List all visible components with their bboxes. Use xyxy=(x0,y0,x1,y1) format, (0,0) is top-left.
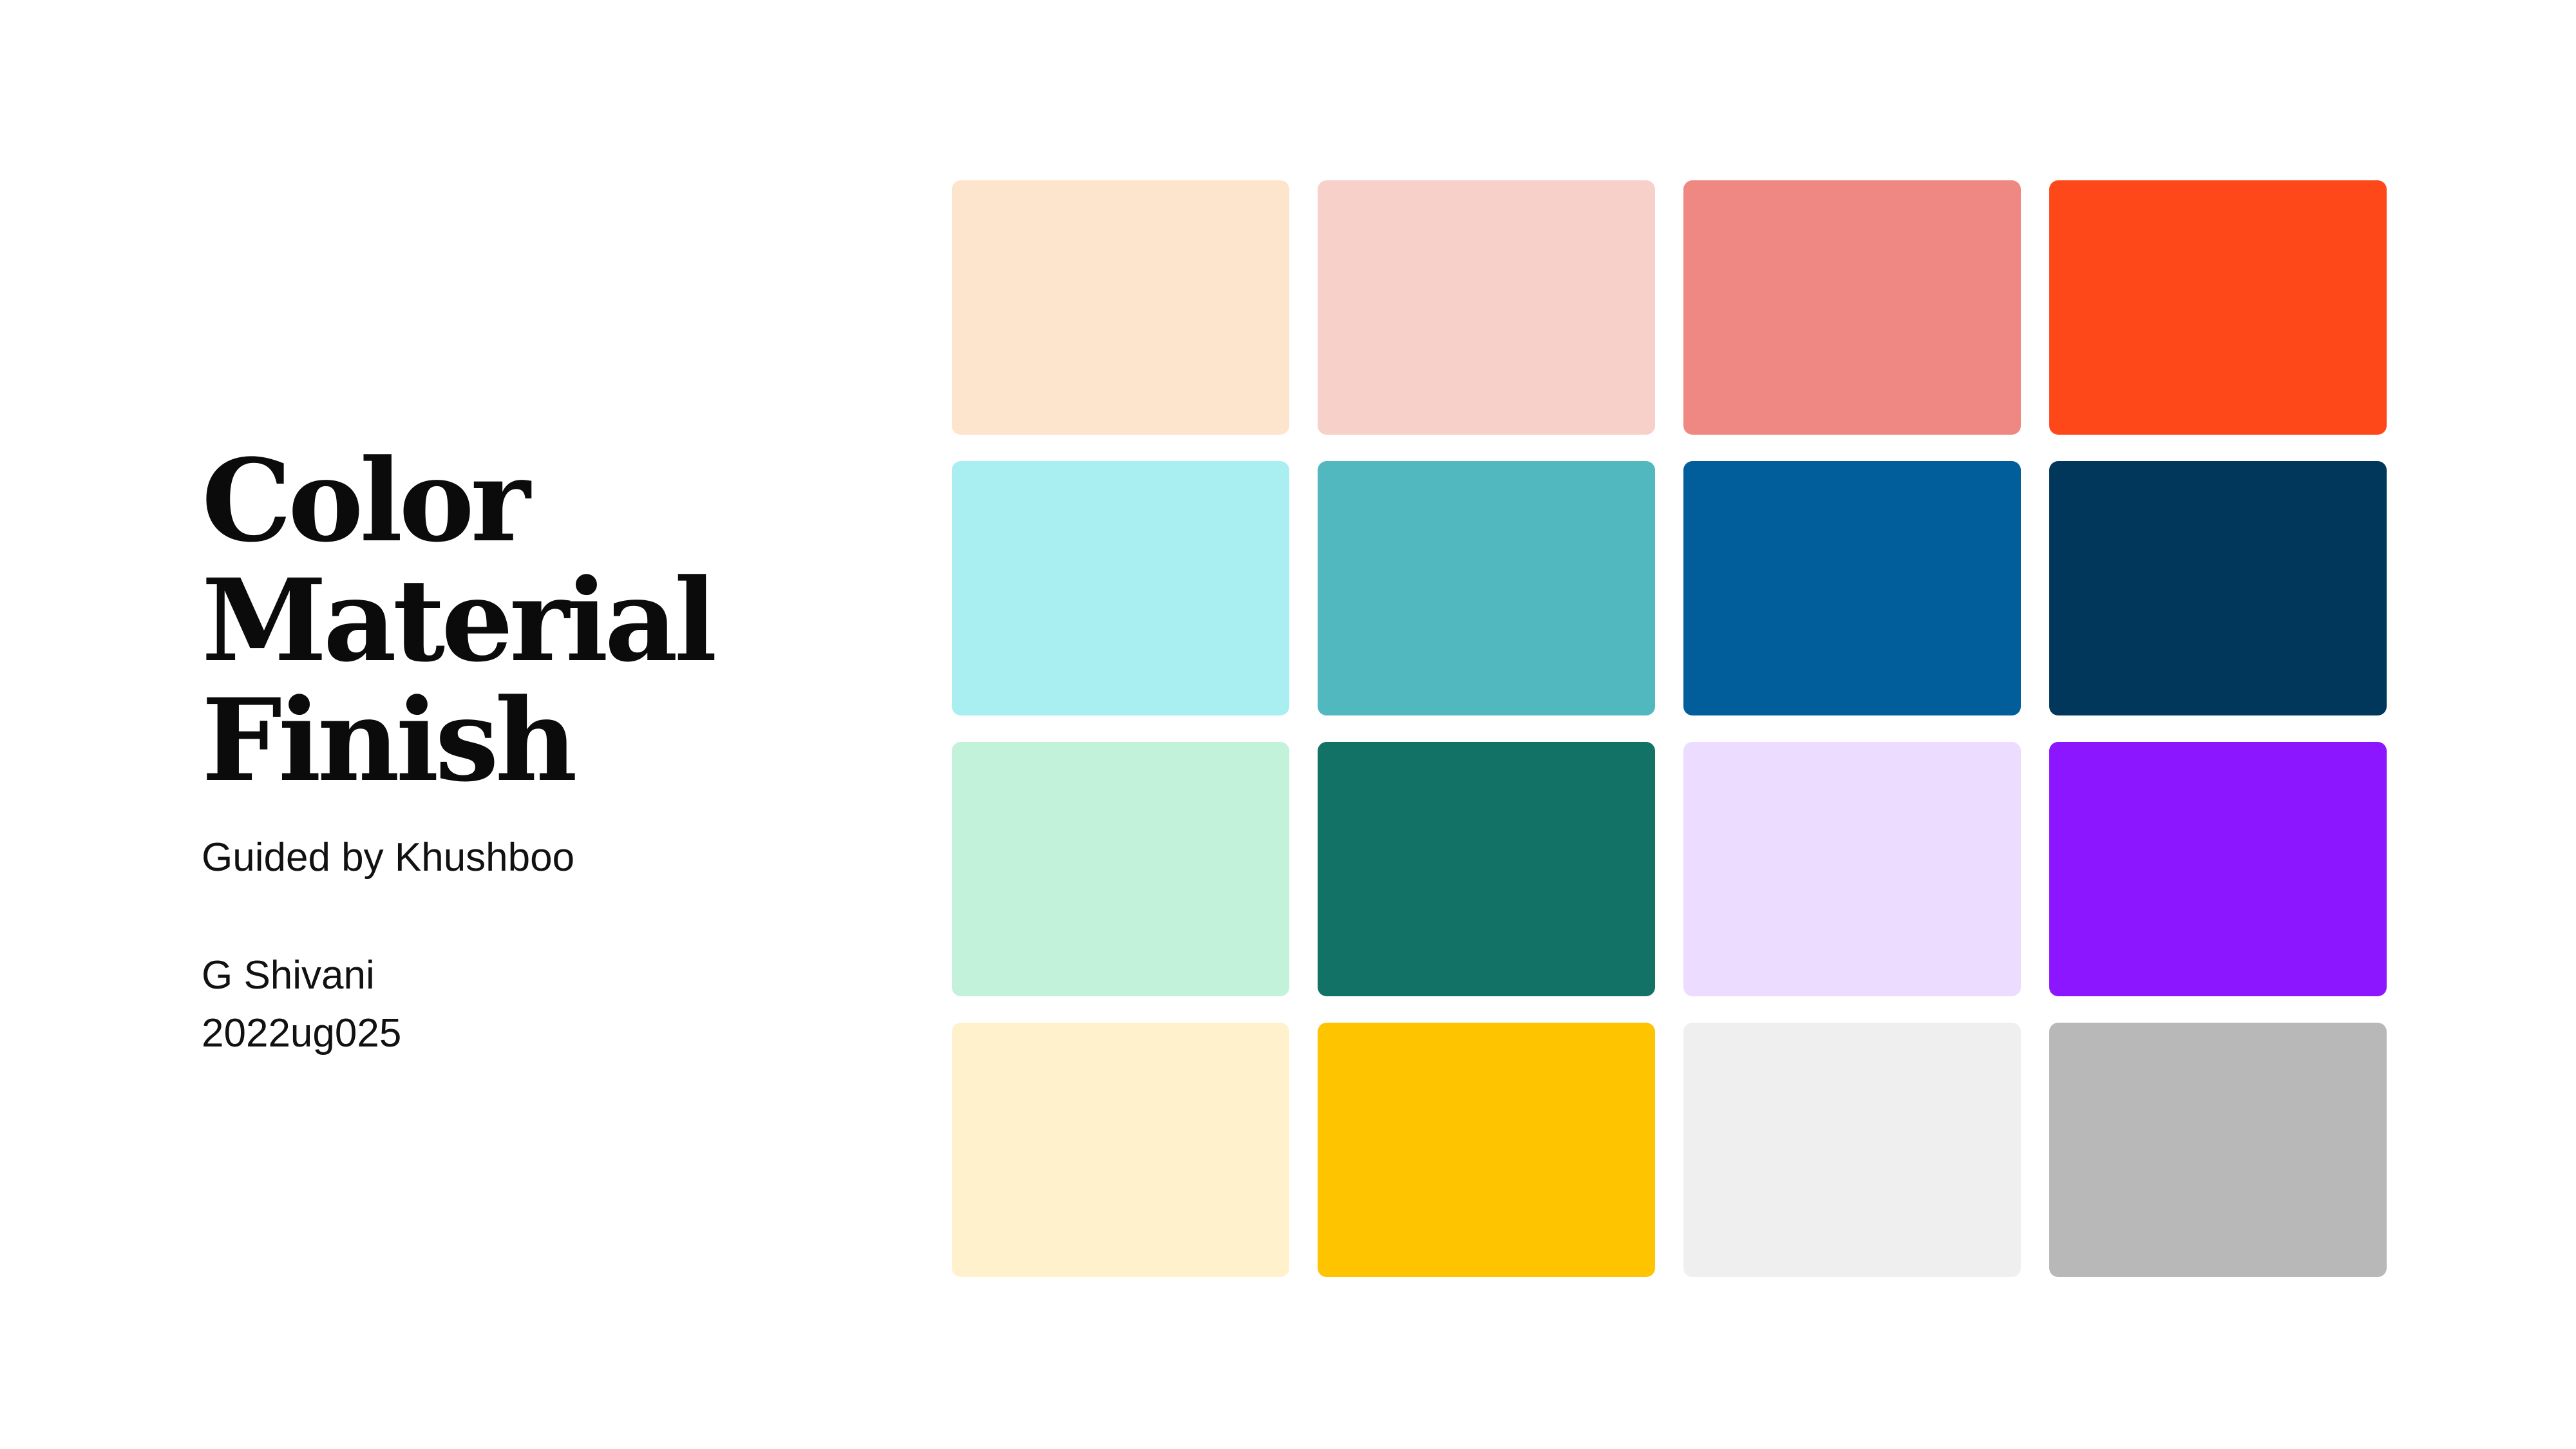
color-swatch xyxy=(2049,742,2387,996)
color-swatch xyxy=(1318,461,1655,715)
color-swatch xyxy=(1683,742,2021,996)
color-swatch xyxy=(952,1023,1289,1277)
color-swatch xyxy=(952,180,1289,435)
title-line-material: Material xyxy=(202,554,717,687)
author-name: G Shivani xyxy=(202,953,375,998)
color-swatch xyxy=(2049,180,2387,435)
subtitle-guide: Guided by Khushboo xyxy=(202,835,575,880)
title-block: Color Material Finish xyxy=(202,441,781,800)
color-swatch xyxy=(952,742,1289,996)
author-id: 2022ug025 xyxy=(202,1011,402,1056)
color-swatch xyxy=(1318,742,1655,996)
color-swatch xyxy=(1318,180,1655,435)
title-line-color: Color xyxy=(202,434,530,567)
color-swatch xyxy=(1683,180,2021,435)
color-swatch xyxy=(1318,1023,1655,1277)
author-block: G Shivani 2022ug025 xyxy=(202,947,401,1063)
color-swatch-grid xyxy=(952,180,2387,1277)
title-line-finish: Finish xyxy=(202,674,578,807)
color-swatch xyxy=(952,461,1289,715)
color-swatch xyxy=(1683,1023,2021,1277)
color-swatch xyxy=(1683,461,2021,715)
color-swatch xyxy=(2049,1023,2387,1277)
color-swatch xyxy=(2049,461,2387,715)
